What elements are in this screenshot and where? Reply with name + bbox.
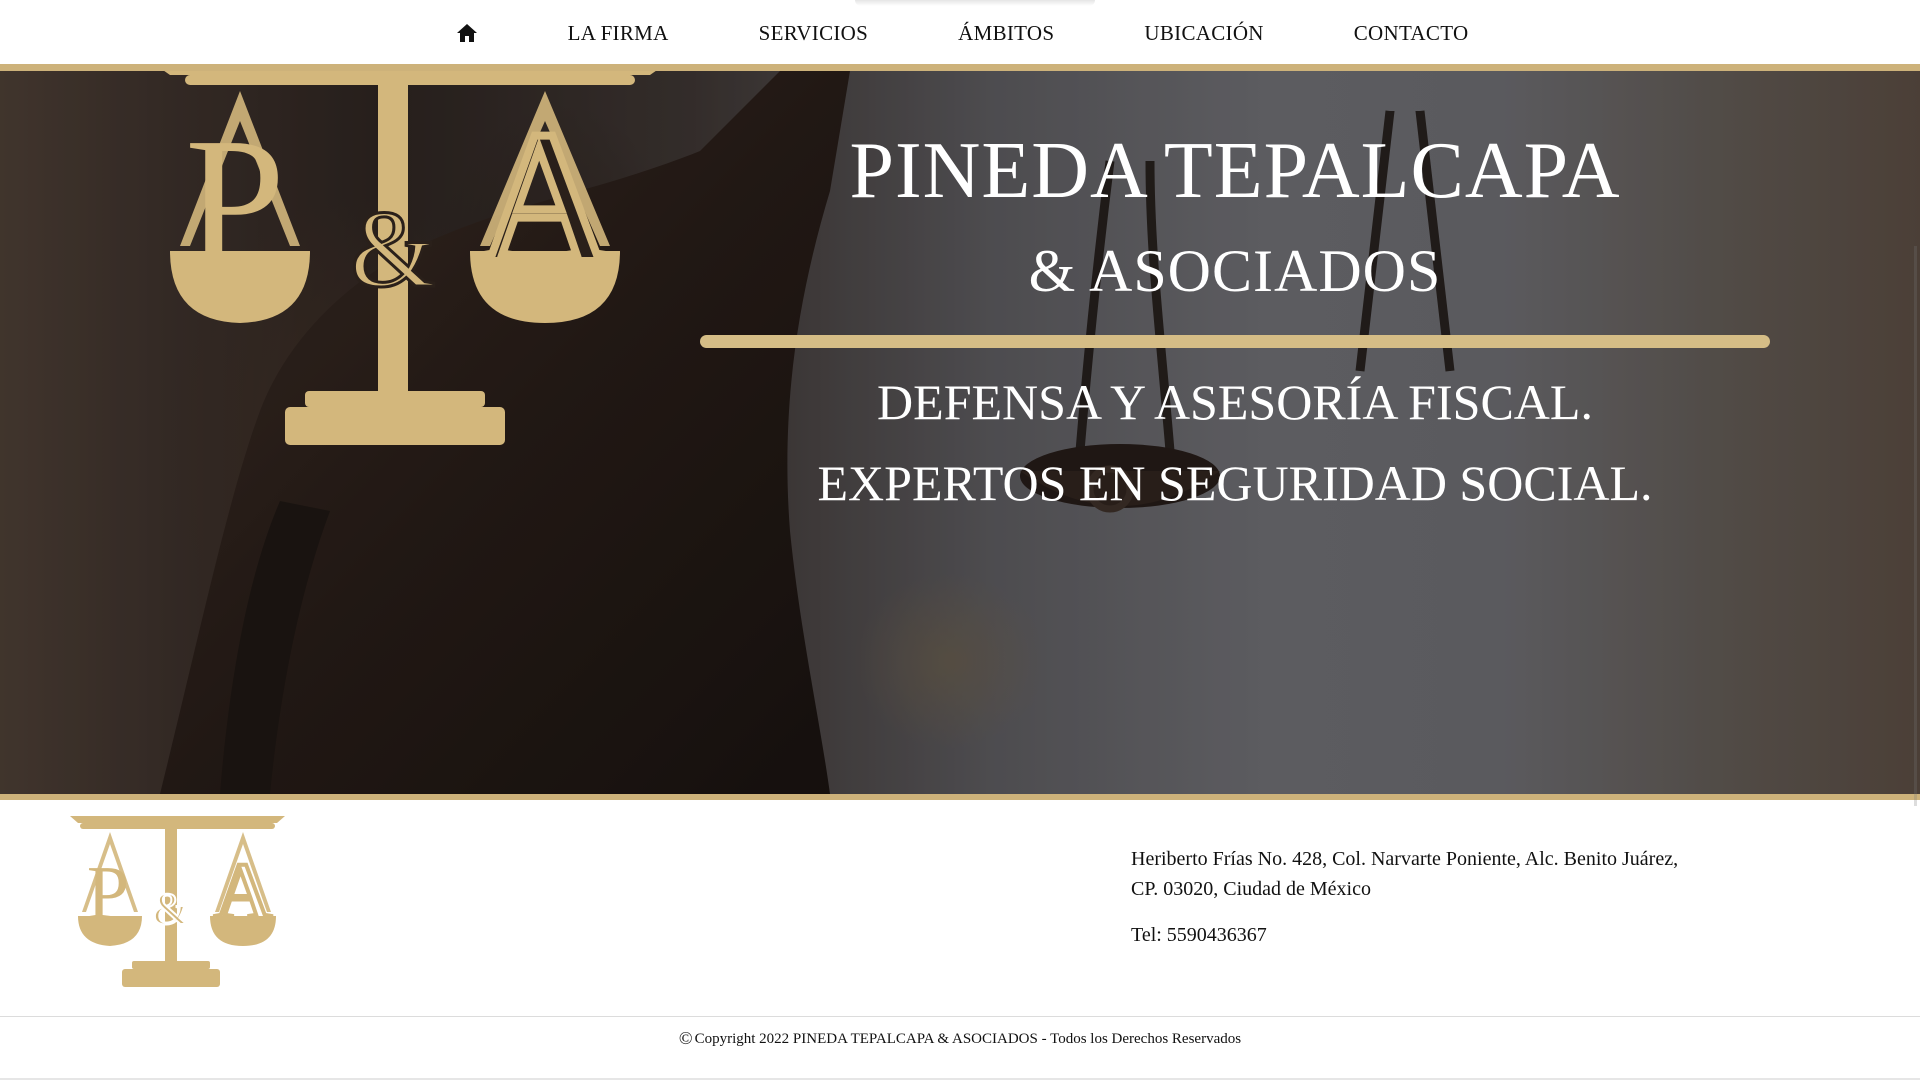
home-icon[interactable] <box>452 18 482 48</box>
top-navigation: LA FIRMA SERVICIOS ÁMBITOS UBICACIÓN CON… <box>0 0 1920 66</box>
hero-subtitle: & ASOCIADOS <box>1028 238 1442 304</box>
footer-address: Heriberto Frías No. 428, Col. Narvarte P… <box>1131 844 1731 904</box>
hero-title: PINEDA TEPALCAPA <box>849 127 1621 215</box>
nav-item-contacto[interactable]: CONTACTO <box>1354 21 1469 46</box>
nav-gold-divider <box>0 64 1920 71</box>
nav-menu: LA FIRMA SERVICIOS ÁMBITOS UBICACIÓN CON… <box>0 0 1920 66</box>
firm-logo-large: P & A <box>164 71 656 445</box>
hero-tagline-social: EXPERTOS EN SEGURIDAD SOCIAL. <box>817 455 1653 511</box>
logo-ampersand: & <box>350 188 436 310</box>
logo-letter-a: A <box>476 93 613 303</box>
hero-banner: P & A PINEDA TEPALCAPA & ASOCIADOS DEFEN… <box>0 71 1920 794</box>
footer-logo-letter-a: A <box>214 848 272 936</box>
logo-letter-p: P <box>185 101 285 300</box>
hero-gold-divider <box>700 335 1770 348</box>
copyright-icon: © <box>678 1028 693 1048</box>
scrollbar[interactable] <box>1914 246 1917 806</box>
copyright-text: Copyright 2022 PINEDA TEPALCAPA & ASOCIA… <box>694 1031 1242 1047</box>
footer: P & A Heriberto Frías No. 428, Col. Narv… <box>0 800 1920 1080</box>
copyright-notice: © Copyright 2022 PINEDA TEPALCAPA & ASOCI… <box>0 1028 1920 1049</box>
nav-item-servicios[interactable]: SERVICIOS <box>759 21 869 46</box>
footer-divider <box>0 1016 1920 1017</box>
hero-tagline-fiscal: DEFENSA Y ASESORÍA FISCAL. <box>877 374 1593 430</box>
nav-item-ubicacion[interactable]: UBICACIÓN <box>1144 21 1263 46</box>
footer-phone[interactable]: Tel: 5590436367 <box>1131 924 1267 947</box>
address-line-street: Heriberto Frías No. 428, Col. Narvarte P… <box>1131 848 1679 870</box>
nav-item-ambitos[interactable]: ÁMBITOS <box>958 21 1054 46</box>
address-line-city: CP. 03020, Ciudad de México <box>1131 878 1371 900</box>
footer-logo-letter-p: P <box>87 851 129 935</box>
nav-item-la-firma[interactable]: LA FIRMA <box>568 21 669 46</box>
firm-logo-small: P & A <box>70 816 285 987</box>
footer-logo-ampersand: & <box>153 883 189 934</box>
